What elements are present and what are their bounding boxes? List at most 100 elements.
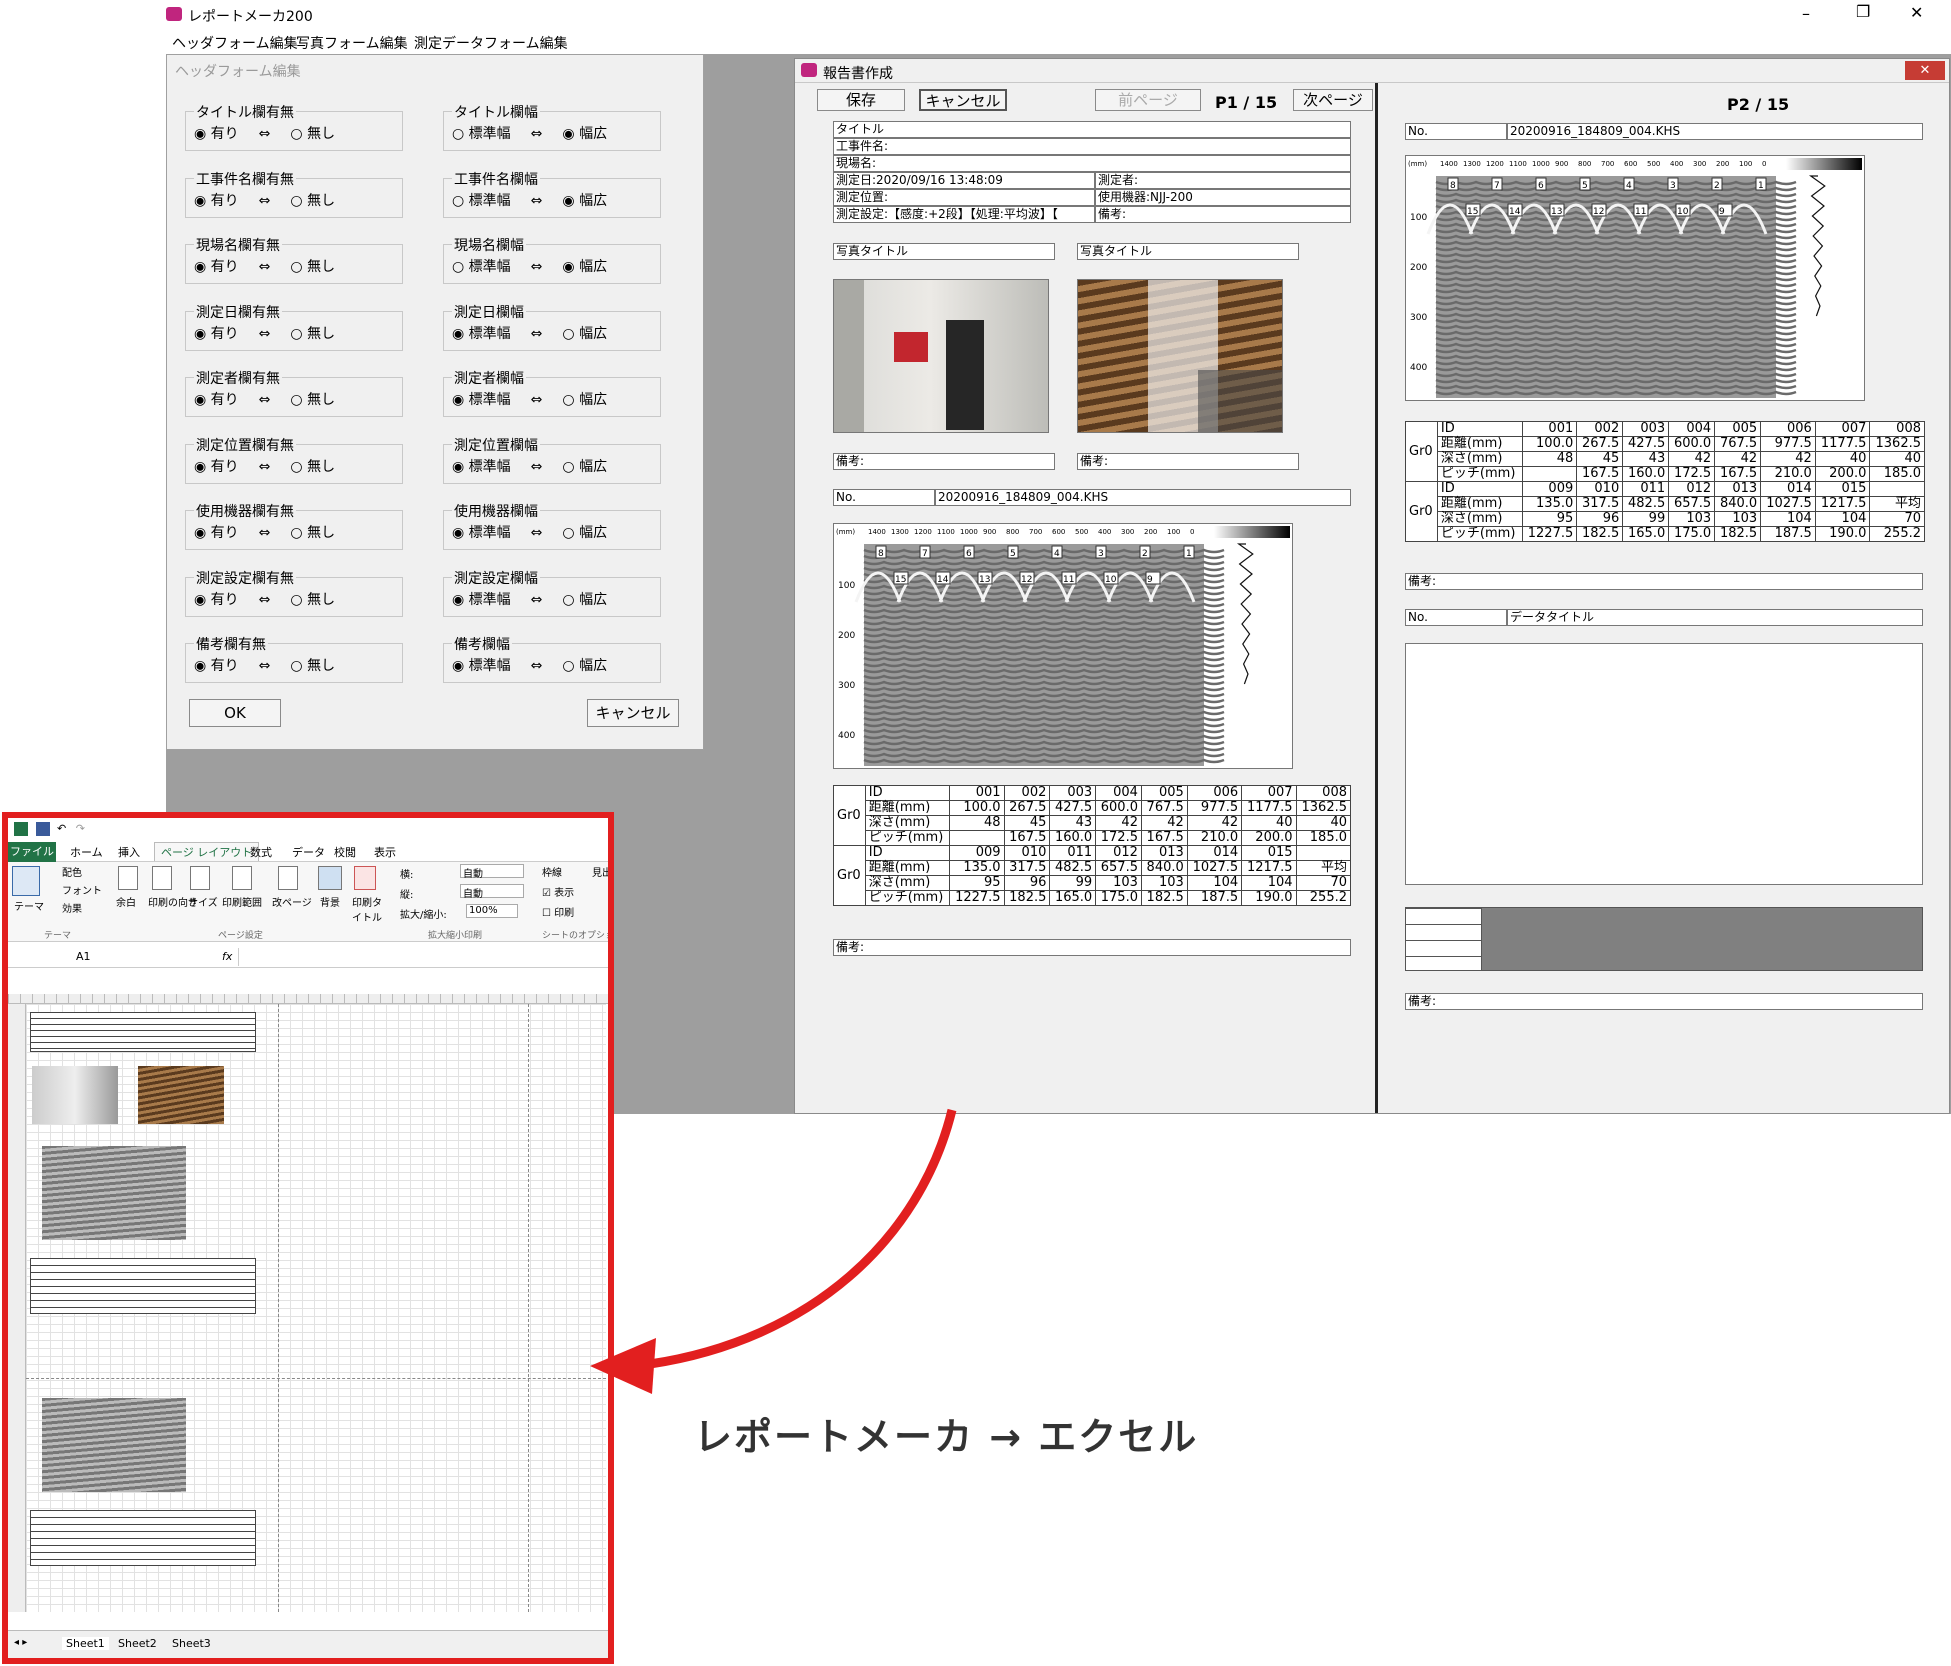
radio-option-2[interactable]: ○ 無し [290,259,335,275]
radio-option-2[interactable]: ○ 幅広 [562,525,607,541]
radio-option-1[interactable]: ◉ 有り [194,525,239,541]
height-select[interactable]: 自動 [460,884,524,900]
radio-option-2[interactable]: ○ 無し [290,459,335,475]
sheet-tab-3[interactable]: Sheet3 [172,1637,211,1650]
swap-icon: ⇔ [530,192,543,209]
radio-option-2[interactable]: ◉ 幅広 [562,126,607,142]
radio-option-1[interactable]: ◉ 有り [194,658,239,674]
ribbon-colors[interactable]: 配色 [62,864,82,879]
menu-photo-form[interactable]: 写真フォーム編集 [296,33,408,53]
maximize-button[interactable]: ❐ [1856,2,1870,21]
radio-option-2[interactable]: ○ 無し [290,658,335,674]
radio-option-1[interactable]: ◉ 有り [194,459,239,475]
tab-home[interactable]: ホーム [70,844,103,860]
radio-option-2[interactable]: ○ 無し [290,392,335,408]
radio-option-1[interactable]: ○ 標準幅 [452,126,511,142]
radio-option-1[interactable]: ◉ 標準幅 [452,392,511,408]
tab-file[interactable]: ファイル [8,842,56,862]
report-cancel-button[interactable]: キャンセル [919,89,1007,111]
sheet-tab-1[interactable]: Sheet1 [62,1637,109,1650]
measure-table-1: Gr0 ID 001 002 003 004 005 006 007 008 距離(mm) 100.0… [833,785,1352,906]
radio-option-2-label: 無し [307,325,336,342]
orientation-icon[interactable] [152,866,172,890]
marker-top-label: 2 [1142,549,1148,559]
radio-option-2[interactable]: ○ 幅広 [562,392,607,408]
minimize-button[interactable]: – [1802,4,1810,23]
table-cell: 96 [1576,511,1624,527]
menu-measure-form[interactable]: 測定データフォーム編集 [414,33,568,53]
gridlines-print[interactable]: ☐ 印刷 [542,904,574,919]
mini-radar-2 [42,1398,186,1492]
tab-view[interactable]: 表示 [374,844,396,860]
close-button[interactable]: ✕ [1910,3,1923,22]
radio-option-1[interactable]: ◉ 標準幅 [452,459,511,475]
cancel-button[interactable]: キャンセル [587,699,679,727]
menu-bar: ヘッダフォーム編集 写真フォーム編集 測定データフォーム編集 [0,30,1951,54]
table-row: 距離(mm) 135.0 317.5 482.5 657.5 840.0 1027.5 121… [1406,496,1925,512]
radio-option-1[interactable]: ◉ 標準幅 [452,592,511,608]
ribbon: テーマ 配色 フォント 効果 余白 印刷の向き サイズ 印刷範囲 改ページ 背景… [8,862,608,942]
radio-option-1[interactable]: ○ 標準幅 [452,259,511,275]
scale-input[interactable]: 100% [466,904,518,918]
tab-data[interactable]: データ [292,844,325,860]
radio-option-2[interactable]: ○ 幅広 [562,592,607,608]
size-icon[interactable] [190,866,210,890]
save-button[interactable]: 保存 [817,89,905,111]
table-cell: 160.0 [1622,466,1670,482]
save-icon[interactable] [35,822,50,836]
ok-button[interactable]: OK [189,699,281,727]
formula-input[interactable] [238,948,608,966]
radio-option-1[interactable]: ○ 標準幅 [452,193,511,209]
ribbon-fonts[interactable]: フォント [62,882,102,897]
radio-option-1[interactable]: ◉ 標準幅 [452,658,511,674]
gridlines-view[interactable]: ☑ 表示 [542,884,574,899]
background-icon[interactable] [318,866,342,890]
radio-option-2[interactable]: ○ 無し [290,326,335,342]
prev-page-button[interactable]: 前ページ [1095,89,1201,111]
radio-option-2[interactable]: ○ 無し [290,126,335,142]
radio-option-2[interactable]: ○ 幅広 [562,459,607,475]
tab-formulas[interactable]: 数式 [250,844,272,860]
breaks-icon[interactable] [278,866,298,890]
radio-option-1[interactable]: ◉ 有り [194,193,239,209]
radio-option-2[interactable]: ◉ 幅広 [562,259,607,275]
radio-option-2-label: 幅広 [579,525,608,541]
radio-option-2[interactable]: ○ 無し [290,193,335,209]
menu-header-form[interactable]: ヘッダフォーム編集 [172,33,298,53]
undo-icon[interactable]: ↶ [57,822,66,835]
print-titles-icon[interactable] [354,866,376,890]
table-cell: ピッチ(mm) [864,830,951,846]
radio-option-1[interactable]: ◉ 有り [194,592,239,608]
table-cell: 1177.5 [1814,436,1871,452]
report-close-button[interactable]: ✕ [1905,61,1945,80]
radio-option-2[interactable]: ○ 幅広 [562,326,607,342]
margins-icon[interactable] [118,866,138,890]
radio-option-2[interactable]: ◉ 幅広 [562,193,607,209]
radio-option-1[interactable]: ◉ 標準幅 [452,326,511,342]
radio-option-1[interactable]: ◉ 有り [194,259,239,275]
radio-option-2[interactable]: ○ 無し [290,592,335,608]
radio-option-1-label: 有り [210,458,239,475]
name-box[interactable]: A1 [76,950,166,963]
radio-row: ○ 標準幅 ⇔ ◉ 幅広 [452,190,607,210]
sheet-tab-2[interactable]: Sheet2 [118,1637,157,1650]
radio-option-1[interactable]: ◉ 有り [194,326,239,342]
tab-review[interactable]: 校閲 [334,844,356,860]
radio-option-1[interactable]: ◉ 標準幅 [452,525,511,541]
table-cell: 1217.5 [1241,860,1297,876]
redo-icon[interactable]: ↷ [76,822,85,835]
table-cell: 001 [1521,421,1578,437]
print-area-icon[interactable] [232,866,252,890]
tab-insert[interactable]: 挿入 [118,844,140,860]
radio-option-2[interactable]: ○ 無し [290,525,335,541]
next-page-button[interactable]: 次ページ [1293,89,1373,111]
sheet-nav[interactable]: ◂ ▸ [14,1637,27,1648]
width-select[interactable]: 自動 [460,864,524,880]
radio-option-2[interactable]: ○ 幅広 [562,658,607,674]
sheet-grid[interactable] [26,1004,606,1612]
radio-option-1[interactable]: ◉ 有り [194,392,239,408]
tab-page-layout[interactable]: ページ レイアウト [154,842,260,861]
theme-button[interactable] [12,866,40,896]
ribbon-effects[interactable]: 効果 [62,900,82,915]
radio-option-1[interactable]: ◉ 有り [194,126,239,142]
